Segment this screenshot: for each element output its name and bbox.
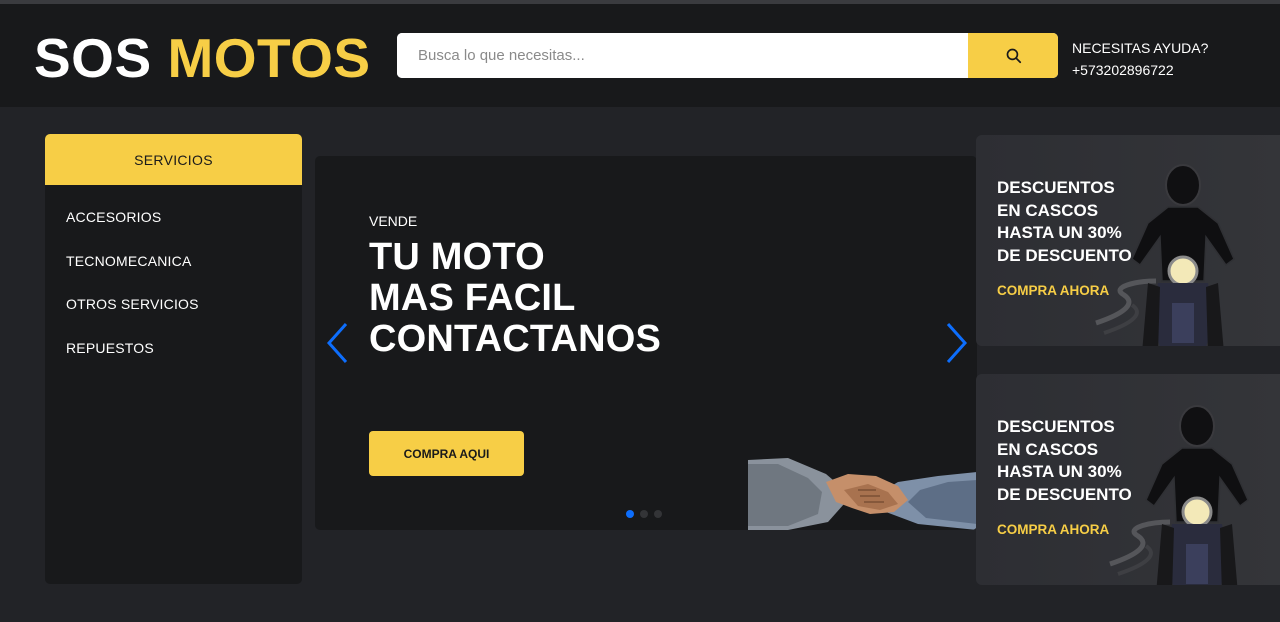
motorcycle-rider-image xyxy=(1109,405,1249,585)
help-phone[interactable]: +573202896722 xyxy=(1072,59,1208,81)
slide-title-line: CONTACTANOS xyxy=(369,318,662,360)
promo-cta-link[interactable]: COMPRA AHORA xyxy=(997,522,1109,537)
search-button[interactable] xyxy=(968,33,1058,78)
chevron-left-icon xyxy=(326,322,348,364)
sidebar-item-otros-servicios[interactable]: OTROS SERVICIOS xyxy=(45,294,302,338)
search-icon xyxy=(1006,48,1021,64)
carousel-dot-1[interactable] xyxy=(626,510,634,518)
slide-title-line: TU MOTO xyxy=(369,236,545,278)
site-logo[interactable]: SOS MOTOS xyxy=(34,28,371,88)
carousel-dot-2[interactable] xyxy=(640,510,648,518)
chevron-right-icon xyxy=(946,322,968,364)
hero-carousel: VENDE TU MOTO MAS FACIL CONTACTANOS COMP… xyxy=(315,156,977,530)
carousel-dot-3[interactable] xyxy=(654,510,662,518)
site-header: SOS MOTOS NECESITAS AYUDA? +573202896722 xyxy=(0,4,1280,107)
promo-banner-2[interactable]: DESCUENTOS EN CASCOS HASTA UN 30% DE DES… xyxy=(976,374,1280,585)
motorcycle-rider-image xyxy=(1095,164,1235,346)
help-title: NECESITAS AYUDA? xyxy=(1072,40,1209,56)
logo-text-sos: SOS xyxy=(34,27,152,89)
help-contact: NECESITAS AYUDA? +573202896722 xyxy=(1072,37,1208,81)
slide-title: TU MOTO MAS FACIL CONTACTANOS xyxy=(369,237,661,360)
slide-title-line: MAS FACIL xyxy=(369,277,576,319)
compra-aqui-button[interactable]: COMPRA AQUI xyxy=(369,431,524,476)
handshake-image xyxy=(748,458,977,530)
carousel-indicators xyxy=(626,510,662,518)
promo-banner-1[interactable]: DESCUENTOS EN CASCOS HASTA UN 30% DE DES… xyxy=(976,135,1280,346)
services-sidebar: SERVICIOS ACCESORIOS TECNOMECANICA OTROS… xyxy=(45,134,302,584)
sidebar-item-repuestos[interactable]: REPUESTOS xyxy=(45,338,302,382)
carousel-next-button[interactable] xyxy=(943,322,969,369)
sidebar-menu: ACCESORIOS TECNOMECANICA OTROS SERVICIOS… xyxy=(45,185,302,381)
search-input[interactable] xyxy=(397,33,968,78)
search-bar xyxy=(397,33,1058,78)
slide-kicker: VENDE xyxy=(369,213,418,229)
sidebar-header[interactable]: SERVICIOS xyxy=(45,134,302,185)
sidebar-item-tecnomecanica[interactable]: TECNOMECANICA xyxy=(45,251,302,295)
carousel-prev-button[interactable] xyxy=(325,322,351,369)
logo-text-motos: MOTOS xyxy=(167,27,371,89)
sidebar-item-accesorios[interactable]: ACCESORIOS xyxy=(45,207,302,251)
